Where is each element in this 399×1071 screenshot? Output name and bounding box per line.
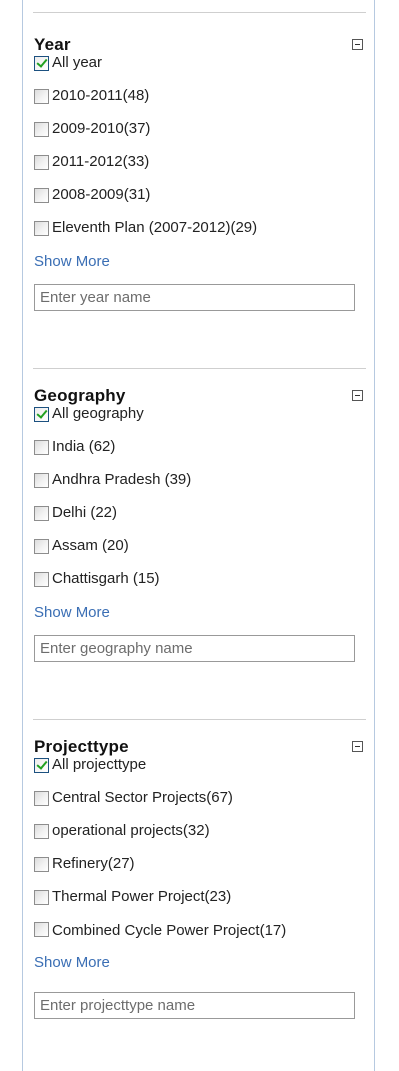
projecttype-search-input[interactable]	[34, 992, 355, 1019]
facet-option[interactable]: All geography	[34, 403, 144, 425]
checkbox-icon[interactable]	[34, 856, 49, 872]
checkbox-icon[interactable]	[34, 505, 49, 521]
facet-option[interactable]: Chattisgarh (15)	[34, 568, 160, 590]
facet-option-label: 2008-2009(31)	[52, 186, 151, 203]
facet-option-label: 2010-2011(48)	[52, 87, 150, 104]
checkbox-icon[interactable]	[34, 790, 49, 806]
checkbox-checked-icon[interactable]	[34, 55, 49, 71]
facet-option-label: Chattisgarh (15)	[52, 570, 160, 587]
checkbox-checked-icon[interactable]	[34, 406, 49, 422]
facet-option-label: Refinery(27)	[52, 855, 135, 872]
checkbox-icon[interactable]	[34, 187, 49, 203]
geography-search-input[interactable]	[34, 635, 355, 662]
facet-year: Year All year 2010-2011(48) 2009-2010(37…	[33, 34, 366, 354]
facet-option[interactable]: All year	[34, 52, 102, 74]
facet-divider	[33, 368, 366, 369]
show-more-link[interactable]: Show More	[34, 953, 110, 973]
facet-projecttype: Projecttype All projecttype Central Sect…	[33, 736, 366, 1066]
collapse-minus-icon[interactable]	[352, 39, 363, 50]
facet-option[interactable]: 2009-2010(37)	[34, 118, 150, 140]
facet-option[interactable]: operational projects(32)	[34, 820, 210, 842]
checkbox-icon[interactable]	[34, 472, 49, 488]
facet-option-label: Combined Cycle Power Project(17)	[52, 922, 287, 939]
facet-option[interactable]: Refinery(27)	[34, 853, 135, 875]
collapse-minus-icon[interactable]	[352, 390, 363, 401]
facet-option-label: Thermal Power Project(23)	[52, 888, 232, 905]
facet-option-label: India (62)	[52, 438, 116, 455]
facet-option[interactable]: All projecttype	[34, 754, 146, 776]
year-search-input[interactable]	[34, 284, 355, 311]
facet-option[interactable]: 2011-2012(33)	[34, 151, 149, 173]
collapse-minus-icon[interactable]	[352, 741, 363, 752]
facet-option-label: All projecttype	[52, 756, 147, 773]
facet-option[interactable]: 2010-2011(48)	[34, 85, 149, 107]
facet-option-label: Delhi (22)	[52, 504, 118, 521]
facet-option[interactable]: Eleventh Plan (2007-2012)(29)	[34, 217, 257, 239]
facet-option-label: Assam (20)	[52, 537, 129, 554]
facet-option[interactable]: India (62)	[34, 436, 115, 458]
facet-option-label: All year	[52, 54, 103, 71]
facet-divider	[33, 719, 366, 720]
checkbox-icon[interactable]	[34, 439, 49, 455]
facet-option-label: 2009-2010(37)	[52, 120, 151, 137]
facet-option[interactable]: Thermal Power Project(23)	[34, 886, 231, 908]
facet-option-label: 2011-2012(33)	[52, 153, 150, 170]
facet-option-label: Central Sector Projects(67)	[52, 789, 233, 806]
checkbox-icon[interactable]	[34, 88, 49, 104]
facet-option[interactable]: Assam (20)	[34, 535, 129, 557]
top-divider	[33, 12, 366, 13]
show-more-link[interactable]: Show More	[34, 603, 110, 623]
checkbox-icon[interactable]	[34, 571, 49, 587]
show-more-link[interactable]: Show More	[34, 252, 110, 272]
facet-option-label: Eleventh Plan (2007-2012)(29)	[52, 219, 258, 236]
facet-option[interactable]: 2008-2009(31)	[34, 184, 150, 206]
checkbox-icon[interactable]	[34, 538, 49, 554]
facet-option[interactable]: Andhra Pradesh (39)	[34, 469, 191, 491]
filter-sidebar: Year All year 2010-2011(48) 2009-2010(37…	[22, 0, 375, 1071]
facet-option-label: operational projects(32)	[52, 822, 210, 839]
checkbox-icon[interactable]	[34, 220, 49, 236]
checkbox-icon[interactable]	[34, 889, 49, 905]
facet-option-label: All geography	[52, 405, 144, 422]
facet-option[interactable]: Central Sector Projects(67)	[34, 787, 233, 809]
facet-option-label: Andhra Pradesh (39)	[52, 471, 192, 488]
checkbox-icon[interactable]	[34, 154, 49, 170]
checkbox-icon[interactable]	[34, 121, 49, 137]
facet-geography: Geography All geography India (62) Andhr…	[33, 385, 366, 705]
facet-option[interactable]: Delhi (22)	[34, 502, 117, 524]
checkbox-checked-icon[interactable]	[34, 757, 49, 773]
checkbox-icon[interactable]	[34, 823, 49, 839]
